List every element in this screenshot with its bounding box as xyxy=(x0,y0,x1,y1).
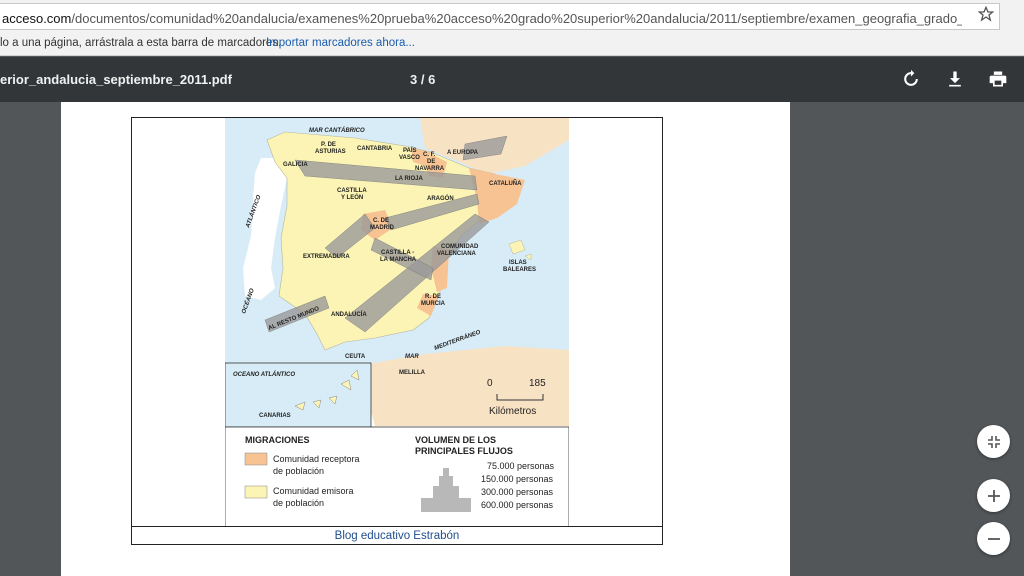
zoom-out-button[interactable] xyxy=(977,522,1010,555)
label-cataluna: CATALUÑA xyxy=(489,180,522,187)
legend-emisora-1: Comunidad emisora xyxy=(273,486,354,496)
label-valenciana-1: COMUNIDAD xyxy=(441,244,479,250)
flow-europa-label: A EUROPA xyxy=(447,150,479,156)
label-ceuta: CEUTA xyxy=(345,354,366,360)
label-castilla-leon-1: CASTILLA xyxy=(337,188,367,194)
fit-page-button[interactable] xyxy=(977,425,1010,458)
zoom-out-icon xyxy=(987,537,1000,540)
label-pais-vasco-1: PAÍS xyxy=(403,146,417,154)
label-asturias-1: P. DE xyxy=(321,142,336,148)
bookmark-star-icon[interactable] xyxy=(978,6,994,22)
legend-volume-75k: 75.000 personas xyxy=(487,461,555,471)
page-indicator: 3 / 6 xyxy=(410,72,436,87)
omnibox[interactable]: acceso.com/documentos/comunidad%20andalu… xyxy=(0,3,1000,30)
scale-zero: 0 xyxy=(487,378,493,389)
label-castilla-mancha-1: CASTILLA - xyxy=(381,250,414,256)
figure-credit: Blog educativo Estrabón xyxy=(131,526,663,545)
rotate-icon[interactable] xyxy=(901,69,921,89)
label-navarra-3: NAVARRA xyxy=(415,166,445,172)
fit-page-icon xyxy=(987,435,1000,448)
migration-map: MAR CANTÁBRICO OCÉANO ATLÁNTICO MAR MEDI… xyxy=(225,118,569,527)
sea-cantabrico-label: MAR CANTÁBRICO xyxy=(309,127,365,134)
legend-volume-300k: 300.000 personas xyxy=(481,487,554,497)
label-navarra-1: C. F. xyxy=(423,152,436,158)
legend-receptora-1: Comunidad receptora xyxy=(273,454,360,464)
label-extremadura: EXTREMADURA xyxy=(303,254,350,260)
legend-volume-150k: 150.000 personas xyxy=(481,474,554,484)
label-madrid-2: MADRID xyxy=(370,225,395,231)
pdf-filename: erior_andalucia_septiembre_2011.pdf xyxy=(0,72,232,87)
label-pais-vasco-2: VASCO xyxy=(399,155,420,161)
address-bar: acceso.com/documentos/comunidad%20andalu… xyxy=(0,0,1024,32)
import-bookmarks-link[interactable]: Importar marcadores ahora... xyxy=(266,37,415,49)
bookmarks-bar: lo a una página, arrástrala a esta barra… xyxy=(0,32,1024,56)
label-castilla-leon-2: Y LEÓN xyxy=(341,193,363,201)
label-murcia-1: R. DE xyxy=(425,294,441,300)
label-baleares-1: ISLAS xyxy=(509,260,527,266)
scale-max: 185 xyxy=(529,378,546,389)
label-cantabria: CANTABRIA xyxy=(357,146,393,152)
download-icon[interactable] xyxy=(945,69,965,89)
legend-receptora-2: de población xyxy=(273,466,324,476)
zoom-in-button[interactable] xyxy=(977,479,1010,512)
label-canarias: CANARIAS xyxy=(259,413,291,419)
label-navarra-2: DE xyxy=(427,159,435,165)
zoom-in-icon xyxy=(987,489,1000,502)
label-andalucia: ANDALUCÍA xyxy=(331,310,367,318)
label-valenciana-2: VALENCIANA xyxy=(437,251,477,257)
print-icon[interactable] xyxy=(988,69,1008,89)
label-galicia: GALICIA xyxy=(283,162,308,168)
label-madrid-1: C. DE xyxy=(373,218,389,224)
legend-volumen-title-2: PRINCIPALES FLUJOS xyxy=(415,446,513,456)
label-baleares-2: BALEARES xyxy=(503,267,536,273)
scale-unit: Kilómetros xyxy=(489,406,536,417)
legend-receptora-swatch xyxy=(244,452,268,466)
sea-mar-label: MAR xyxy=(405,354,419,360)
canarias-ocean-label: OCEANO ATLÁNTICO xyxy=(233,371,295,378)
label-melilla: MELILLA xyxy=(399,370,426,376)
label-aragon: ARAGÓN xyxy=(427,194,454,202)
pdf-toolbar: erior_andalucia_septiembre_2011.pdf 3 / … xyxy=(0,57,1024,102)
label-asturias-2: ASTURIAS xyxy=(315,149,346,155)
label-rioja: LA RIOJA xyxy=(395,176,423,182)
label-castilla-mancha-2: LA MANCHA xyxy=(380,257,417,263)
legend-emisora-swatch xyxy=(244,485,268,499)
legend-volumen-title-1: VOLUMEN DE LOS xyxy=(415,435,496,445)
bookmarks-hint: lo a una página, arrástrala a esta barra… xyxy=(0,37,282,49)
url-text[interactable]: acceso.com/documentos/comunidad%20andalu… xyxy=(2,11,962,26)
legend-volume-600k: 600.000 personas xyxy=(481,500,554,510)
label-murcia-2: MURCIA xyxy=(421,301,446,307)
legend-emisora-2: de población xyxy=(273,498,324,508)
legend-migraciones-title: MIGRACIONES xyxy=(245,435,310,445)
